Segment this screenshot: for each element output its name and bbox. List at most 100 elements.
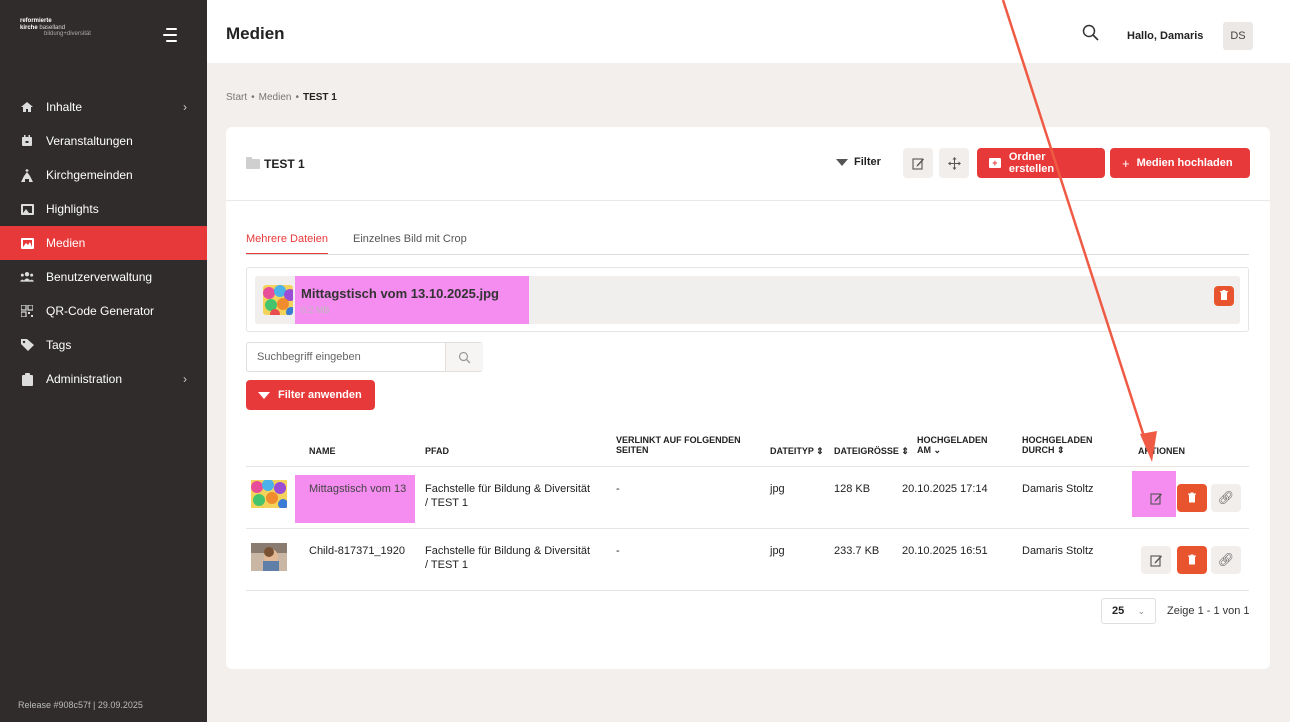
sidebar-item-veranstaltungen[interactable]: Veranstaltungen <box>0 124 207 158</box>
topbar: Medien Hallo, Damaris DS <box>207 0 1290 63</box>
pagination: 25 ⌄ Zeige 1 - 1 von 1 <box>1101 598 1250 624</box>
table-row: Mittagstisch vom 13 Fachstelle für Bildu… <box>246 467 1249 529</box>
apply-filter-button[interactable]: Filter anwenden <box>246 380 375 410</box>
logo[interactable]: reformierte kirche baselland bildung+div… <box>20 18 91 38</box>
search-button[interactable] <box>445 343 483 371</box>
col-linked[interactable]: VERLINKT AUF FOLGENDEN SEITEN <box>616 435 741 455</box>
logo-text: kirche <box>20 24 38 31</box>
row-size: 233.7 KB <box>834 545 880 557</box>
tab-mehrere-dateien[interactable]: Mehrere Dateien <box>246 233 328 254</box>
search-icon[interactable] <box>1082 24 1100 42</box>
sidebar-item-administration[interactable]: Administration › <box>0 362 207 396</box>
row-size: 128 KB <box>834 483 871 495</box>
home-icon <box>20 100 34 114</box>
users-icon <box>20 270 34 284</box>
row-thumbnail[interactable] <box>251 543 287 571</box>
upload-list: Mittagstisch vom 13.10.2025.jpg 0.2 MB <box>246 267 1249 332</box>
table-row: Child-817371_1920 Fachstelle für Bildung… <box>246 529 1249 591</box>
upload-media-button[interactable]: + Medien hochladen <box>1110 148 1250 178</box>
sidebar-item-highlights[interactable]: Highlights <box>0 192 207 226</box>
folder-icon <box>246 157 260 169</box>
row-path-line2: / TEST 1 <box>425 497 469 509</box>
copy-link-button[interactable]: 🔗︎ <box>1211 546 1241 574</box>
delete-button[interactable] <box>1177 484 1207 512</box>
pagination-info: Zeige 1 - 1 von 1 <box>1167 605 1250 617</box>
sidebar-item-label: Veranstaltungen <box>46 134 133 148</box>
edit-icon <box>1149 492 1162 505</box>
row-thumbnail[interactable] <box>251 480 287 508</box>
create-folder-button[interactable]: + Ordner erstellen <box>977 148 1105 178</box>
search-input[interactable] <box>247 343 444 371</box>
col-type[interactable]: DATEITYP ⇕ <box>770 446 824 456</box>
remove-upload-button[interactable] <box>1214 286 1234 306</box>
breadcrumb: Start • Medien • TEST 1 <box>226 92 337 103</box>
col-by-line2: DURCH ⇕ <box>1022 445 1065 455</box>
edit-button[interactable] <box>1141 546 1171 574</box>
row-name[interactable]: Child-817371_1920 <box>309 544 405 558</box>
sidebar-item-kirchgemeinden[interactable]: Kirchgemeinden <box>0 158 207 192</box>
row-uploaded-by: Damaris Stoltz <box>1022 483 1094 495</box>
tab-einzelnes-bild[interactable]: Einzelnes Bild mit Crop <box>353 233 467 245</box>
filter-button[interactable]: Filter <box>836 156 881 168</box>
tag-icon <box>20 338 34 352</box>
logo-text: reformierte <box>20 18 52 24</box>
sidebar-item-label: Kirchgemeinden <box>46 168 133 182</box>
col-uploaded-at[interactable]: HOCHGELADEN AM ⌄ <box>917 435 988 455</box>
sidebar-item-medien[interactable]: Medien <box>0 226 207 260</box>
upload-item: Mittagstisch vom 13.10.2025.jpg 0.2 MB <box>255 276 1240 324</box>
image-icon <box>20 202 34 216</box>
edit-folder-button[interactable] <box>903 148 933 178</box>
row-uploaded-at: 20.10.2025 17:14 <box>902 483 988 495</box>
sidebar-item-label: Inhalte <box>46 100 83 114</box>
col-path[interactable]: PFAD <box>425 446 449 456</box>
row-linked: - <box>616 545 620 557</box>
apply-filter-label: Filter anwenden <box>278 389 362 401</box>
edit-icon <box>1149 554 1162 567</box>
page-title: Medien <box>226 24 285 43</box>
sidebar-item-label: Benutzerverwaltung <box>46 270 153 284</box>
delete-button[interactable] <box>1177 546 1207 574</box>
filter-label: Filter <box>854 156 881 168</box>
col-actions: AKTIONEN <box>1138 446 1185 456</box>
sidebar-item-label: QR-Code Generator <box>46 304 155 318</box>
edit-icon <box>911 157 924 170</box>
media-card: TEST 1 Filter + Ordner erstellen + Medie… <box>226 127 1270 669</box>
avatar[interactable]: DS <box>1223 22 1253 50</box>
col-linked-line2: SEITEN <box>616 445 649 455</box>
breadcrumb-item-start[interactable]: Start <box>226 92 247 103</box>
upload-filename: Mittagstisch vom 13.10.2025.jpg <box>301 286 499 301</box>
breadcrumb-item-medien[interactable]: Medien <box>259 92 292 103</box>
release-info: Release #908c57f | 29.09.2025 <box>18 700 143 710</box>
edit-button[interactable] <box>1141 484 1171 512</box>
col-size[interactable]: DATEIGRÖSSE ⇕ <box>834 446 909 456</box>
folder-title: TEST 1 <box>246 157 305 171</box>
table-header: NAME PFAD VERLINKT AUF FOLGENDEN SEITEN D… <box>246 427 1249 467</box>
col-uploaded-by[interactable]: HOCHGELADEN DURCH ⇕ <box>1022 435 1093 455</box>
col-name[interactable]: NAME <box>309 446 336 456</box>
create-folder-label: Ordner erstellen <box>1008 151 1055 175</box>
row-path-line2: / TEST 1 <box>425 559 469 571</box>
link-icon: 🔗︎ <box>1217 552 1235 567</box>
row-path-line1: Fachstelle für Bildung & Diversität <box>425 545 591 557</box>
col-linked-line1: VERLINKT AUF FOLGENDEN <box>616 435 741 445</box>
menu-toggle-icon[interactable] <box>163 28 177 46</box>
media-icon <box>20 236 34 250</box>
card-header: TEST 1 Filter + Ordner erstellen + Medie… <box>226 127 1270 201</box>
chevron-down-icon: ⌄ <box>1137 605 1145 616</box>
sidebar-item-tags[interactable]: Tags <box>0 328 207 362</box>
sidebar-item-benutzerverwaltung[interactable]: Benutzerverwaltung <box>0 260 207 294</box>
sidebar-item-qr-code-generator[interactable]: QR-Code Generator <box>0 294 207 328</box>
sidebar-item-label: Highlights <box>46 202 99 216</box>
trash-icon <box>1188 492 1196 503</box>
trash-icon <box>1220 290 1228 300</box>
row-linked: - <box>616 483 620 495</box>
row-uploaded-by: Damaris Stoltz <box>1022 545 1094 557</box>
search-box <box>246 342 483 372</box>
copy-link-button[interactable]: 🔗︎ <box>1211 484 1241 512</box>
row-name[interactable]: Mittagstisch vom 13 <box>309 482 414 496</box>
move-button[interactable] <box>939 148 969 178</box>
row-path-line1: Fachstelle für Bildung & Diversität <box>425 483 591 495</box>
chevron-right-icon: › <box>183 372 187 386</box>
sidebar-item-inhalte[interactable]: Inhalte › <box>0 90 207 124</box>
page-size-select[interactable]: 25 ⌄ <box>1101 598 1156 624</box>
